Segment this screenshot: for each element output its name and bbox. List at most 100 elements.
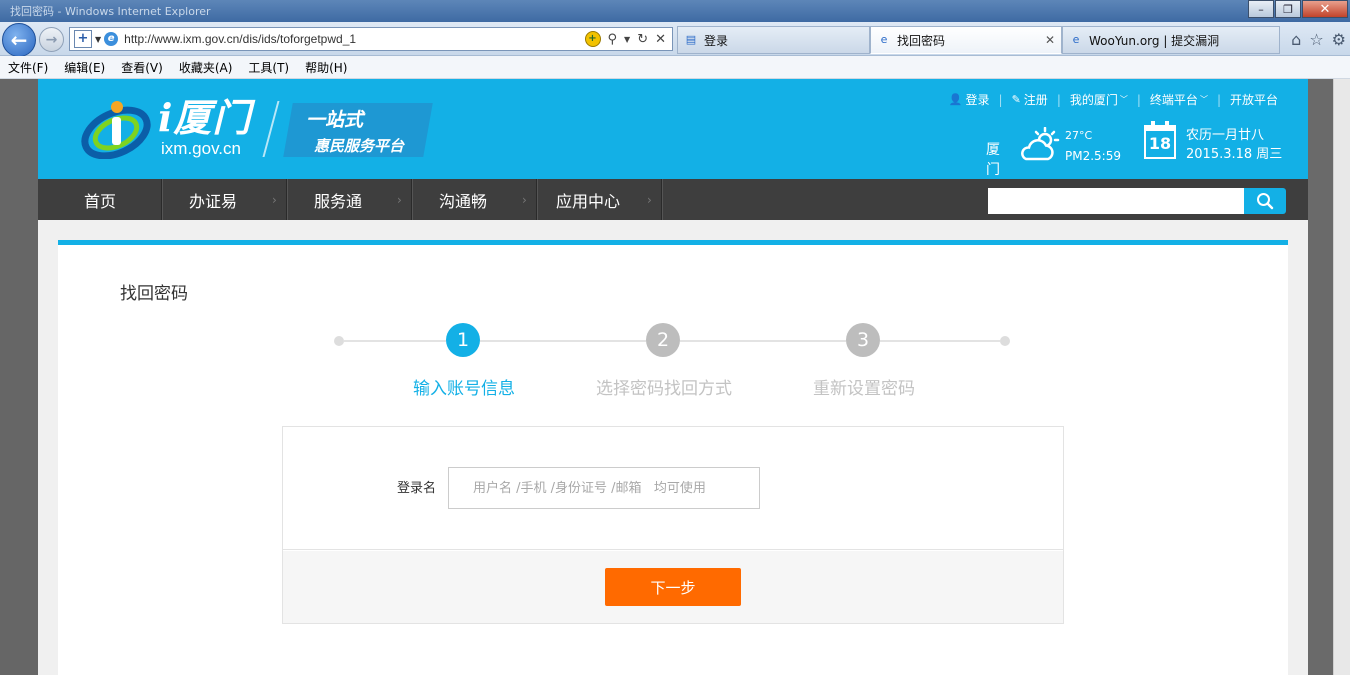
nav-home[interactable]: 首页	[84, 179, 116, 220]
nav-app-center[interactable]: 应用中心	[556, 179, 620, 220]
site-search-input[interactable]	[988, 188, 1244, 214]
step-progress: 1 2 3 输入账号信息 选择密码找回方式 重新设置密码	[334, 323, 1010, 403]
address-bar[interactable]: + ▼ e http://www.ixm.gov.cn/dis/ids/tofo…	[69, 27, 673, 51]
window-titlebar: 找回密码 - Windows Internet Explorer – ❐ ✕	[0, 0, 1350, 22]
user-icon: 👤	[948, 93, 963, 106]
step-line	[680, 340, 846, 342]
login-name-label: 登录名	[397, 481, 437, 496]
link-separator: |	[1216, 92, 1221, 107]
maximize-button[interactable]: ❐	[1275, 0, 1301, 18]
link-separator: |	[998, 92, 1003, 107]
open-platform-label: 开放平台	[1229, 93, 1278, 107]
refresh-icon[interactable]: ↻	[637, 32, 648, 47]
ie-page-icon: e	[1072, 33, 1080, 46]
terminal-platform-label: 终端平台	[1149, 93, 1198, 107]
close-window-button[interactable]: ✕	[1302, 0, 1348, 18]
login-link-label: 登录	[965, 93, 990, 107]
register-link[interactable]: ✎ 注册	[1012, 91, 1048, 108]
compatibility-icon[interactable]: +	[584, 31, 601, 47]
ixm-logo-icon[interactable]	[78, 95, 152, 159]
nav-divider	[286, 179, 287, 220]
ie-page-icon: e	[104, 32, 119, 46]
nav-fuwutong[interactable]: 服务通	[314, 179, 362, 220]
nav-divider	[536, 179, 537, 220]
search-icon	[1257, 193, 1274, 210]
menu-tools[interactable]: 工具(T)	[248, 59, 289, 76]
home-icon[interactable]: ⌂	[1291, 30, 1301, 49]
form-fields: 登录名	[283, 427, 1063, 550]
close-tab-icon[interactable]: ✕	[1045, 33, 1055, 47]
url-text[interactable]: http://www.ixm.gov.cn/dis/ids/toforgetpw…	[124, 32, 584, 46]
star-icon[interactable]: ☆	[1309, 30, 1323, 49]
tab-label: 登录	[704, 33, 729, 48]
lunar-date: 农历一月廿八	[1186, 128, 1265, 143]
step-3-label: 重新设置密码	[813, 379, 915, 399]
weather-pm25: PM2.5:59	[1065, 149, 1121, 163]
link-separator: |	[1136, 92, 1141, 107]
step-3-circle: 3	[846, 323, 880, 357]
menu-favorites[interactable]: 收藏夹(A)	[179, 59, 233, 76]
page-icon: ▤	[685, 33, 697, 46]
step-1-circle: 1	[446, 323, 480, 357]
tab-label: WooYun.org | 提交漏洞	[1089, 33, 1220, 48]
minimize-button[interactable]: –	[1248, 0, 1274, 18]
step-2-circle: 2	[646, 323, 680, 357]
solar-date: 2015.3.18 周三	[1186, 147, 1283, 162]
nav-divider	[161, 179, 162, 220]
menu-edit[interactable]: 编辑(E)	[64, 59, 105, 76]
forgot-password-card: 找回密码 1 2 3 输入账号信息 选择密码找回方式 重新设置密码 登录名 用户…	[58, 240, 1288, 675]
browser-navbar: ← → + ▼ e http://www.ixm.gov.cn/dis/ids/…	[0, 22, 1350, 57]
nav-goutongchang[interactable]: 沟通畅	[439, 179, 487, 220]
chevron-down-icon: ﹀	[1199, 95, 1208, 104]
chevron-right-icon: ›	[522, 193, 527, 207]
weather-city: 厦门	[986, 142, 1000, 178]
chevron-down-icon[interactable]: ▼	[624, 35, 630, 44]
chevron-right-icon: ›	[647, 193, 652, 207]
my-xiamen-link[interactable]: 我的厦门 ﹀	[1070, 91, 1128, 108]
page-title: 找回密码	[120, 284, 188, 304]
search-icon[interactable]: ⚲	[608, 32, 618, 47]
chevron-down-icon[interactable]: ▼	[95, 35, 101, 44]
slogan-line-1: 一站式	[306, 109, 364, 131]
forward-arrow-icon[interactable]: →	[39, 27, 64, 52]
site-header: i厦门 ixm.gov.cn 一站式 惠民服务平台 👤 登录 | ✎ 注册 | …	[38, 79, 1308, 179]
vertical-scrollbar[interactable]	[1333, 79, 1350, 675]
nav-divider	[661, 179, 662, 220]
gear-icon[interactable]: ⚙	[1332, 30, 1346, 49]
menu-view[interactable]: 查看(V)	[121, 59, 163, 76]
tab-login[interactable]: ▤ 登录	[677, 26, 870, 54]
form-actions: 下一步	[283, 551, 1063, 623]
brand-name: i厦门	[158, 95, 252, 140]
link-separator: |	[1056, 92, 1061, 107]
tab-forgot-password[interactable]: e 找回密码 ✕	[870, 26, 1062, 54]
top-links: 👤 登录 | ✎ 注册 | 我的厦门 ﹀ | 终端平台 ﹀ | 开放平台	[949, 91, 1278, 108]
open-platform-link[interactable]: 开放平台	[1230, 91, 1278, 108]
menu-file[interactable]: 文件(F)	[8, 59, 48, 76]
step-line	[480, 340, 646, 342]
login-link[interactable]: 👤 登录	[949, 91, 990, 108]
add-favorite-icon[interactable]: +	[74, 30, 92, 48]
terminal-platform-link[interactable]: 终端平台 ﹀	[1150, 91, 1208, 108]
nav-divider	[411, 179, 412, 220]
tab-label: 找回密码	[897, 33, 946, 48]
pencil-icon: ✎	[1011, 93, 1021, 106]
menu-bar: 文件(F) 编辑(E) 查看(V) 收藏夹(A) 工具(T) 帮助(H)	[0, 56, 1350, 79]
chevron-down-icon: ﹀	[1119, 95, 1128, 104]
brand-divider	[262, 101, 280, 157]
back-arrow-icon[interactable]: ←	[2, 23, 36, 57]
nav-banzhengyi[interactable]: 办证易	[189, 179, 237, 220]
menu-help[interactable]: 帮助(H)	[305, 59, 347, 76]
brand-domain: ixm.gov.cn	[161, 139, 241, 158]
window-title: 找回密码 - Windows Internet Explorer	[10, 5, 211, 18]
chevron-right-icon: ›	[397, 193, 402, 207]
next-step-button[interactable]: 下一步	[605, 568, 741, 606]
register-link-label: 注册	[1023, 93, 1048, 107]
tab-wooyun[interactable]: e WooYun.org | 提交漏洞	[1062, 26, 1280, 54]
stop-icon[interactable]: ✕	[655, 32, 666, 47]
page-viewport: i厦门 ixm.gov.cn 一站式 惠民服务平台 👤 登录 | ✎ 注册 | …	[0, 79, 1350, 675]
calendar-icon: 18	[1144, 121, 1176, 159]
login-name-input[interactable]	[448, 467, 760, 509]
step-track-start	[334, 336, 344, 346]
search-button[interactable]	[1244, 188, 1286, 214]
step-line	[880, 340, 1000, 342]
